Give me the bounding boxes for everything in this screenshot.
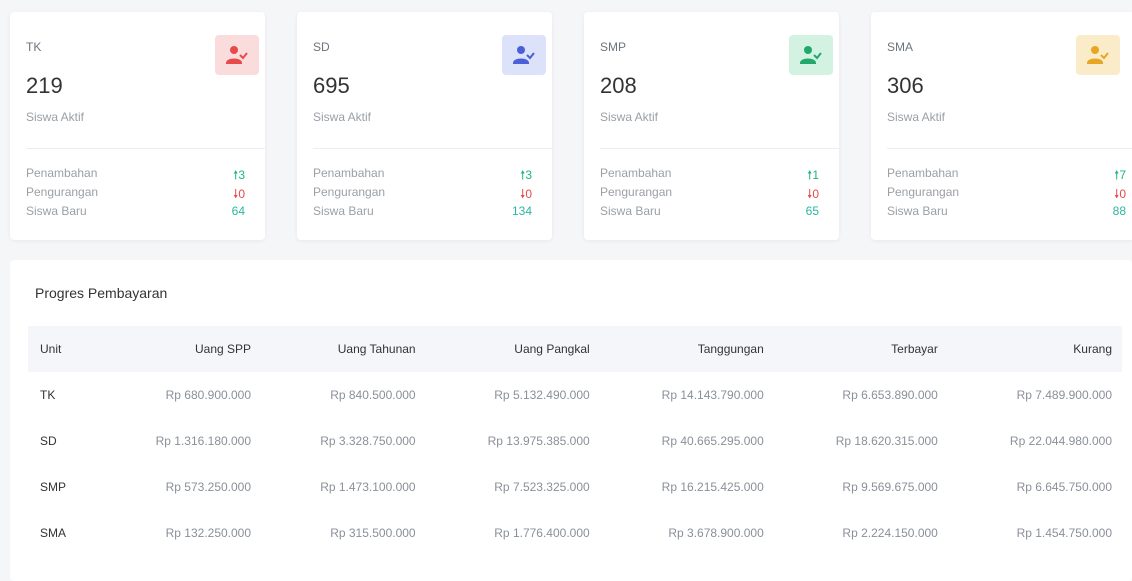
table-cell: Rp 840.500.000 <box>330 388 416 402</box>
table-cell: Rp 9.569.675.000 <box>842 480 938 494</box>
pengurangan-value: 🠗0 <box>233 187 245 201</box>
pengurangan-label: Pengurangan <box>26 185 99 199</box>
table-cell: Rp 14.143.790.000 <box>661 388 764 402</box>
table-cell: Rp 6.653.890.000 <box>842 388 938 402</box>
table-cell: Rp 16.215.425.000 <box>661 480 764 494</box>
user-check-icon <box>215 35 259 75</box>
pengurangan-value: 🠗0 <box>807 187 819 201</box>
card-sd: SD 695 Siswa Aktif Penambahan 🠕3 Pengura… <box>297 12 552 240</box>
table-cell: Rp 40.665.295.000 <box>661 434 764 448</box>
siswa-baru-label: Siswa Baru <box>887 204 948 218</box>
pengurangan-label: Pengurangan <box>313 185 386 199</box>
table-cell: Rp 680.900.000 <box>165 388 252 402</box>
table-cell: Rp 1.473.100.000 <box>320 480 416 494</box>
user-check-icon <box>789 35 833 75</box>
user-check-icon <box>502 35 546 75</box>
siswa-baru-label: Siswa Baru <box>600 204 661 218</box>
table-cell: Rp 6.645.750.000 <box>1016 480 1112 494</box>
card-smp: SMP 208 Siswa Aktif Penambahan 🠕1 Pengur… <box>584 12 839 240</box>
pengurangan-value: 🠗0 <box>520 187 532 201</box>
table-cell: Rp 22.044.980.000 <box>1009 434 1112 448</box>
table-cell: Rp 5.132.490.000 <box>494 388 590 402</box>
table-cell: Rp 18.620.315.000 <box>835 434 938 448</box>
card-unit-label: SMA <box>887 40 914 54</box>
table-row: SMA Rp 132.250.000 Rp 315.500.000 Rp 1.7… <box>28 510 1122 556</box>
card-divider <box>313 148 552 149</box>
column-header: Tanggungan <box>599 326 774 372</box>
column-header: Terbayar <box>773 326 948 372</box>
table-row: TK Rp 680.900.000 Rp 840.500.000 Rp 5.13… <box>28 372 1122 418</box>
table-cell: Rp 1.316.180.000 <box>155 434 252 448</box>
pengurangan-label: Pengurangan <box>887 185 960 199</box>
table-cell: Rp 7.523.325.000 <box>494 480 590 494</box>
table-cell: Rp 3.328.750.000 <box>320 434 416 448</box>
table-row: SMP Rp 573.250.000 Rp 1.473.100.000 Rp 7… <box>28 464 1122 510</box>
column-header: Unit <box>28 326 97 372</box>
card-divider <box>600 148 839 149</box>
column-header: Uang SPP <box>96 326 262 372</box>
card-tk: TK 219 Siswa Aktif Penambahan 🠕3 Pengura… <box>10 12 265 240</box>
penambahan-label: Penambahan <box>26 166 98 180</box>
card-unit-label: TK <box>26 40 42 54</box>
card-active-count: 306 <box>887 73 924 98</box>
siswa-baru-value: 88 <box>1112 204 1126 218</box>
table-cell: Rp 1.776.400.000 <box>494 526 590 540</box>
table-cell: Rp 7.489.900.000 <box>1016 388 1112 402</box>
card-active-count: 219 <box>26 73 63 98</box>
pengurangan-label: Pengurangan <box>600 185 673 199</box>
table-row: SD Rp 1.316.180.000 Rp 3.328.750.000 Rp … <box>28 418 1122 464</box>
column-header: Uang Pangkal <box>425 326 600 372</box>
payment-progress-panel: Progres Pembayaran Unit Uang SPP Uang Ta… <box>10 260 1132 581</box>
panel-title: Progres Pembayaran <box>35 285 168 301</box>
unit-cards: TK 219 Siswa Aktif Penambahan 🠕3 Pengura… <box>10 12 1132 240</box>
penambahan-value: 🠕3 <box>520 168 532 182</box>
card-divider <box>887 148 1132 149</box>
table-cell: Rp 3.678.900.000 <box>668 526 764 540</box>
card-active-count: 208 <box>600 73 637 98</box>
card-subtitle: Siswa Aktif <box>313 110 372 124</box>
column-header: Uang Tahunan <box>261 326 426 372</box>
table-cell: SMA <box>40 526 67 540</box>
card-subtitle: Siswa Aktif <box>600 110 659 124</box>
table-cell: Rp 132.250.000 <box>165 526 252 540</box>
user-check-icon <box>1076 35 1120 75</box>
payment-progress-table: Unit Uang SPP Uang Tahunan Uang Pangkal … <box>28 326 1122 556</box>
penambahan-value: 🠕7 <box>1114 168 1126 182</box>
card-unit-label: SD <box>313 40 330 54</box>
card-active-count: 695 <box>313 73 350 98</box>
penambahan-value: 🠕1 <box>807 168 819 182</box>
table-cell: Rp 315.500.000 <box>330 526 416 540</box>
card-subtitle: Siswa Aktif <box>26 110 85 124</box>
card-subtitle: Siswa Aktif <box>887 110 946 124</box>
card-divider <box>26 148 265 149</box>
penambahan-label: Penambahan <box>313 166 385 180</box>
table-cell: SD <box>40 434 57 448</box>
table-cell: Rp 2.224.150.000 <box>842 526 938 540</box>
table-cell: SMP <box>40 480 67 494</box>
card-unit-label: SMP <box>600 40 627 54</box>
table-cell: Rp 1.454.750.000 <box>1016 526 1112 540</box>
siswa-baru-value: 65 <box>805 204 819 218</box>
siswa-baru-value: 64 <box>231 204 245 218</box>
siswa-baru-label: Siswa Baru <box>26 204 87 218</box>
penambahan-label: Penambahan <box>887 166 959 180</box>
siswa-baru-value: 134 <box>511 204 532 218</box>
penambahan-label: Penambahan <box>600 166 672 180</box>
penambahan-value: 🠕3 <box>233 168 245 182</box>
column-header: Kurang <box>947 326 1122 372</box>
card-sma: SMA 306 Siswa Aktif Penambahan 🠕7 Pengur… <box>871 12 1132 240</box>
table-cell: Rp 13.975.385.000 <box>487 434 590 448</box>
table-cell: TK <box>40 388 56 402</box>
table-header-row: Unit Uang SPP Uang Tahunan Uang Pangkal … <box>28 326 1122 372</box>
siswa-baru-label: Siswa Baru <box>313 204 374 218</box>
table-cell: Rp 573.250.000 <box>165 480 252 494</box>
pengurangan-value: 🠗0 <box>1114 187 1126 201</box>
